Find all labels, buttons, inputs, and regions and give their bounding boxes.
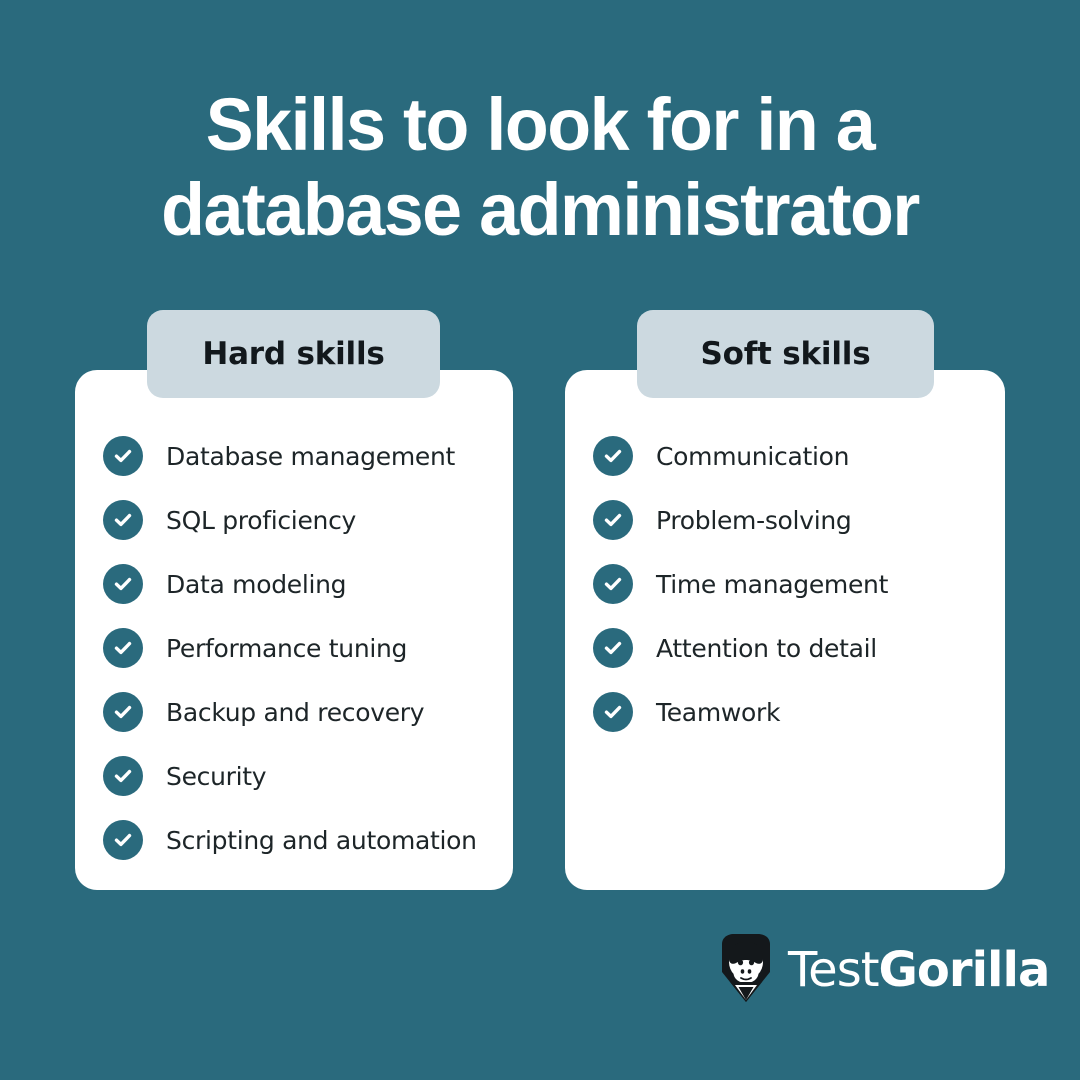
skill-label: Database management: [166, 441, 456, 471]
list-item: Problem-solving: [593, 488, 993, 552]
check-circle-icon: [103, 564, 143, 604]
list-item: Teamwork: [593, 680, 993, 744]
skill-label: Security: [166, 761, 267, 791]
list-item: Database management: [103, 424, 501, 488]
card-soft-skills: Communication Problem-solving Time manag…: [565, 370, 1005, 890]
skill-label: Backup and recovery: [166, 697, 425, 727]
skill-label: Attention to detail: [656, 633, 877, 663]
check-circle-icon: [593, 564, 633, 604]
tab-hard-skills[interactable]: Hard skills: [147, 310, 440, 398]
skill-label: Problem-solving: [656, 505, 852, 535]
tab-soft-skills-label: Soft skills: [700, 336, 871, 372]
skill-label: SQL proficiency: [166, 505, 357, 535]
list-item: Backup and recovery: [103, 680, 501, 744]
tab-soft-skills[interactable]: Soft skills: [637, 310, 934, 398]
check-circle-icon: [593, 692, 633, 732]
skill-label: Communication: [656, 441, 850, 471]
check-circle-icon: [593, 436, 633, 476]
skill-label: Teamwork: [656, 697, 781, 727]
list-item: Time management: [593, 552, 993, 616]
skill-label: Data modeling: [166, 569, 347, 599]
list-item: SQL proficiency: [103, 488, 501, 552]
list-item: Performance tuning: [103, 616, 501, 680]
list-item: Scripting and automation: [103, 808, 501, 872]
skill-label: Performance tuning: [166, 633, 408, 663]
soft-skills-list: Communication Problem-solving Time manag…: [593, 424, 993, 744]
list-item: Data modeling: [103, 552, 501, 616]
check-circle-icon: [103, 820, 143, 860]
testgorilla-logo: TestGorilla: [718, 932, 1050, 1009]
card-hard-skills: Database management SQL proficiency Data…: [75, 370, 513, 890]
skill-label: Scripting and automation: [166, 825, 477, 855]
check-circle-icon: [593, 500, 633, 540]
gorilla-shield-icon: [718, 932, 774, 1009]
check-circle-icon: [103, 500, 143, 540]
tab-hard-skills-label: Hard skills: [202, 336, 385, 372]
check-circle-icon: [593, 628, 633, 668]
check-circle-icon: [103, 628, 143, 668]
logo-text-bold: Gorilla: [878, 942, 1051, 998]
testgorilla-wordmark: TestGorilla: [788, 946, 1050, 994]
page-title: Skills to look for in a database adminis…: [0, 82, 1080, 252]
skill-label: Time management: [656, 569, 889, 599]
check-circle-icon: [103, 692, 143, 732]
list-item: Communication: [593, 424, 993, 488]
list-item: Attention to detail: [593, 616, 993, 680]
hard-skills-list: Database management SQL proficiency Data…: [103, 424, 501, 872]
skills-columns: Hard skills Database management SQL prof…: [0, 310, 1080, 900]
page-title-line-2: database administrator: [161, 168, 920, 251]
list-item: Security: [103, 744, 501, 808]
logo-text-light: Test: [788, 942, 880, 998]
check-circle-icon: [103, 436, 143, 476]
check-circle-icon: [103, 756, 143, 796]
page-title-line-1: Skills to look for in a: [205, 83, 876, 166]
